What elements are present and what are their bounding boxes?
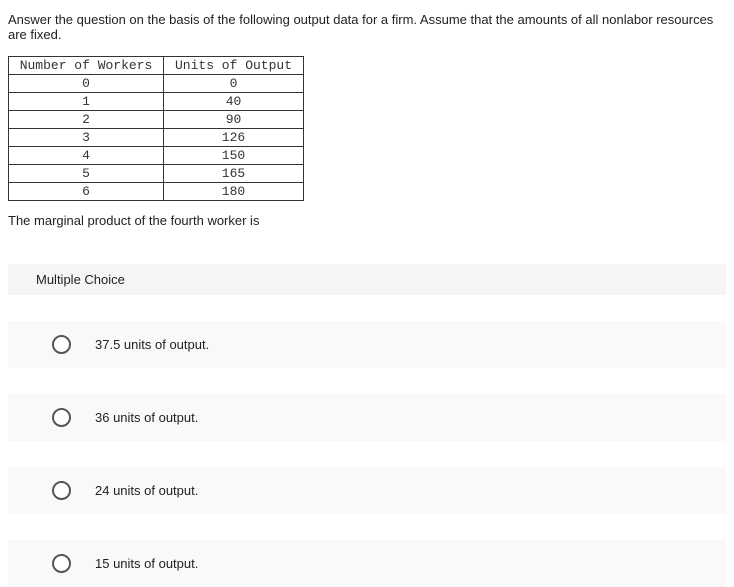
choice-option[interactable]: 36 units of output.	[8, 394, 726, 441]
cell-output: 90	[164, 111, 304, 129]
table-row: 3 126	[9, 129, 304, 147]
table-row: 1 40	[9, 93, 304, 111]
cell-workers: 5	[9, 165, 164, 183]
multiple-choice-heading: Multiple Choice	[8, 264, 726, 295]
column-header-workers: Number of Workers	[9, 57, 164, 75]
choice-text: 36 units of output.	[95, 410, 198, 425]
output-data-table: Number of Workers Units of Output 0 0 1 …	[8, 56, 304, 201]
cell-workers: 3	[9, 129, 164, 147]
cell-workers: 1	[9, 93, 164, 111]
cell-workers: 6	[9, 183, 164, 201]
table-row: 4 150	[9, 147, 304, 165]
choice-text: 15 units of output.	[95, 556, 198, 571]
cell-output: 180	[164, 183, 304, 201]
choice-option[interactable]: 24 units of output.	[8, 467, 726, 514]
radio-icon[interactable]	[52, 335, 71, 354]
column-header-output: Units of Output	[164, 57, 304, 75]
radio-icon[interactable]	[52, 408, 71, 427]
table-row: 2 90	[9, 111, 304, 129]
cell-output: 165	[164, 165, 304, 183]
table-row: 6 180	[9, 183, 304, 201]
question-intro: Answer the question on the basis of the …	[8, 12, 726, 42]
cell-output: 0	[164, 75, 304, 93]
choice-text: 37.5 units of output.	[95, 337, 209, 352]
radio-icon[interactable]	[52, 481, 71, 500]
cell-workers: 2	[9, 111, 164, 129]
radio-icon[interactable]	[52, 554, 71, 573]
cell-output: 40	[164, 93, 304, 111]
choice-option[interactable]: 15 units of output.	[8, 540, 726, 587]
cell-workers: 4	[9, 147, 164, 165]
cell-workers: 0	[9, 75, 164, 93]
choice-text: 24 units of output.	[95, 483, 198, 498]
cell-output: 126	[164, 129, 304, 147]
choice-option[interactable]: 37.5 units of output.	[8, 321, 726, 368]
question-prompt: The marginal product of the fourth worke…	[8, 213, 726, 228]
table-row: 5 165	[9, 165, 304, 183]
choices-container: 37.5 units of output. 36 units of output…	[8, 321, 726, 587]
table-row: 0 0	[9, 75, 304, 93]
table-header-row: Number of Workers Units of Output	[9, 57, 304, 75]
cell-output: 150	[164, 147, 304, 165]
